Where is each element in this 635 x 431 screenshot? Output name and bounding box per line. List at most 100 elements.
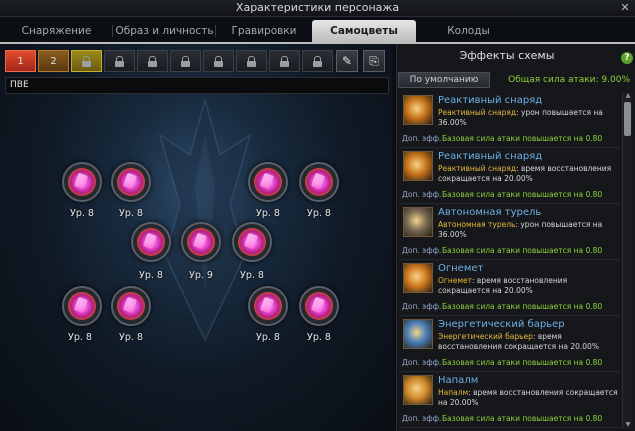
gem-icon <box>68 168 96 196</box>
preset-slot-4[interactable] <box>104 50 135 72</box>
effect-item: Реактивный снаряд Реактивный снаряд: врем… <box>398 148 620 204</box>
gem-level: Ур. 8 <box>139 270 163 281</box>
preset-slot-2-label: 2 <box>50 55 57 67</box>
effect-skill: Реактивный снаряд <box>438 164 517 173</box>
effect-description: Энергетический барьер: время восстановле… <box>438 332 618 352</box>
gem-icon <box>305 168 333 196</box>
total-attack-power: Общая сила атаки: 9.00% <box>508 75 630 85</box>
effect-name: Напалм <box>438 375 479 386</box>
lock-icon <box>214 56 223 67</box>
lock-icon <box>115 56 124 67</box>
edit-icon[interactable]: ✎ <box>336 50 358 72</box>
effect-name: Автономная турель <box>438 207 542 218</box>
gem-icon <box>68 292 96 320</box>
rocket-icon <box>403 95 433 125</box>
extra-effect-label: Доп. эфф. <box>402 134 442 143</box>
tab-gems[interactable]: Самоцветы <box>312 20 416 42</box>
extra-effect-value: Базовая сила атаки повышается на 0.80 <box>442 414 603 423</box>
tab-decks[interactable]: Колоды <box>416 20 521 42</box>
preset-slot-6[interactable] <box>170 50 201 72</box>
gem-icon <box>117 292 145 320</box>
gem-slot-8[interactable] <box>62 286 102 326</box>
preset-slot-1[interactable]: 1 <box>5 50 36 72</box>
extra-effect-value: Базовая сила атаки повышается на 0.80 <box>442 190 603 199</box>
gem-slot-1[interactable] <box>62 162 102 202</box>
gem-slot-7[interactable] <box>232 222 272 262</box>
extra-effect-label: Доп. эфф. <box>402 414 442 423</box>
gem-level: Ур. 8 <box>240 270 264 281</box>
tab-engravings[interactable]: Гравировки <box>216 20 312 42</box>
emblem-background <box>158 97 252 342</box>
effects-list: Реактивный снаряд Реактивный снаряд: урон… <box>398 92 620 429</box>
effect-skill: Огнемет <box>438 276 473 285</box>
preset-slot-1-label: 1 <box>17 55 24 67</box>
turret-icon <box>403 207 433 237</box>
scroll-down-icon[interactable]: ▼ <box>623 421 633 429</box>
gem-slot-5[interactable] <box>131 222 171 262</box>
gem-slot-9[interactable] <box>111 286 151 326</box>
extra-effect-value: Базовая сила атаки повышается на 0.80 <box>442 134 603 143</box>
lock-icon <box>247 56 256 67</box>
preset-slot-7[interactable] <box>203 50 234 72</box>
help-icon[interactable]: ? <box>621 52 633 64</box>
gem-icon <box>254 168 282 196</box>
gem-level: Ур. 8 <box>256 332 280 343</box>
preset-slot-10[interactable] <box>302 50 333 72</box>
preset-name-field[interactable]: ПВЕ <box>5 77 389 94</box>
gem-slot-11[interactable] <box>299 286 339 326</box>
extra-effect-value: Базовая сила атаки повышается на 0.80 <box>442 246 603 255</box>
napalm-icon <box>403 375 433 405</box>
gem-level: Ур. 8 <box>256 208 280 219</box>
gem-icon <box>137 228 165 256</box>
close-button[interactable]: ✕ <box>618 1 632 15</box>
extra-effect-label: Доп. эфф. <box>402 190 442 199</box>
gem-slot-4[interactable] <box>299 162 339 202</box>
effect-name: Энергетический барьер <box>438 319 565 330</box>
effect-skill: Энергетический барьер <box>438 332 533 341</box>
preset-slot-3[interactable] <box>71 50 102 72</box>
tab-bar: Снаряжение Образ и личность Гравировки С… <box>0 20 635 42</box>
gem-icon <box>187 228 215 256</box>
extra-effect-label: Доп. эфф. <box>402 358 442 367</box>
preset-slot-2[interactable]: 2 <box>38 50 69 72</box>
extra-effect-label: Доп. эфф. <box>402 246 442 255</box>
save-icon[interactable]: ⎘ <box>363 50 385 72</box>
lock-icon <box>280 56 289 67</box>
effects-scrollbar[interactable]: ▲ ▼ <box>622 92 632 429</box>
effect-item: Автономная турель Автономная турель: урон… <box>398 204 620 260</box>
gem-icon <box>117 168 145 196</box>
flamethrower-icon <box>403 263 433 293</box>
effect-item: Реактивный снаряд Реактивный снаряд: урон… <box>398 92 620 148</box>
barrier-icon <box>403 319 433 349</box>
scroll-thumb[interactable] <box>624 102 631 136</box>
gem-level: Ур. 8 <box>119 332 143 343</box>
effect-item: Энергетический барьер Энергетический барь… <box>398 316 620 372</box>
effect-item: Огнемет Огнемет: время восстановления сок… <box>398 260 620 316</box>
lock-icon <box>82 56 91 67</box>
tab-appearance[interactable]: Образ и личность <box>113 20 216 42</box>
rocket-icon <box>403 151 433 181</box>
default-button[interactable]: По умолчанию <box>398 72 490 88</box>
window-title: Характеристики персонажа <box>235 1 400 14</box>
gem-slot-2[interactable] <box>111 162 151 202</box>
gem-slot-6[interactable] <box>181 222 221 262</box>
gem-level: Ур. 8 <box>70 208 94 219</box>
title-bar: Характеристики персонажа ✕ <box>0 0 635 17</box>
effect-description: Реактивный снаряд: урон повышается на 36… <box>438 108 618 128</box>
gem-level: Ур. 8 <box>68 332 92 343</box>
effect-description: Автономная турель: урон повышается на 36… <box>438 220 618 240</box>
preset-slots: 1 2 <box>5 50 333 72</box>
gem-icon <box>305 292 333 320</box>
scroll-up-icon[interactable]: ▲ <box>623 92 633 100</box>
tab-equipment[interactable]: Снаряжение <box>0 20 113 42</box>
gem-icon <box>238 228 266 256</box>
lock-icon <box>181 56 190 67</box>
gem-slot-3[interactable] <box>248 162 288 202</box>
preset-slot-5[interactable] <box>137 50 168 72</box>
preset-slot-9[interactable] <box>269 50 300 72</box>
effect-name: Огнемет <box>438 263 484 274</box>
gem-slot-10[interactable] <box>248 286 288 326</box>
gem-level: Ур. 8 <box>119 208 143 219</box>
preset-slot-8[interactable] <box>236 50 267 72</box>
lock-icon <box>148 56 157 67</box>
